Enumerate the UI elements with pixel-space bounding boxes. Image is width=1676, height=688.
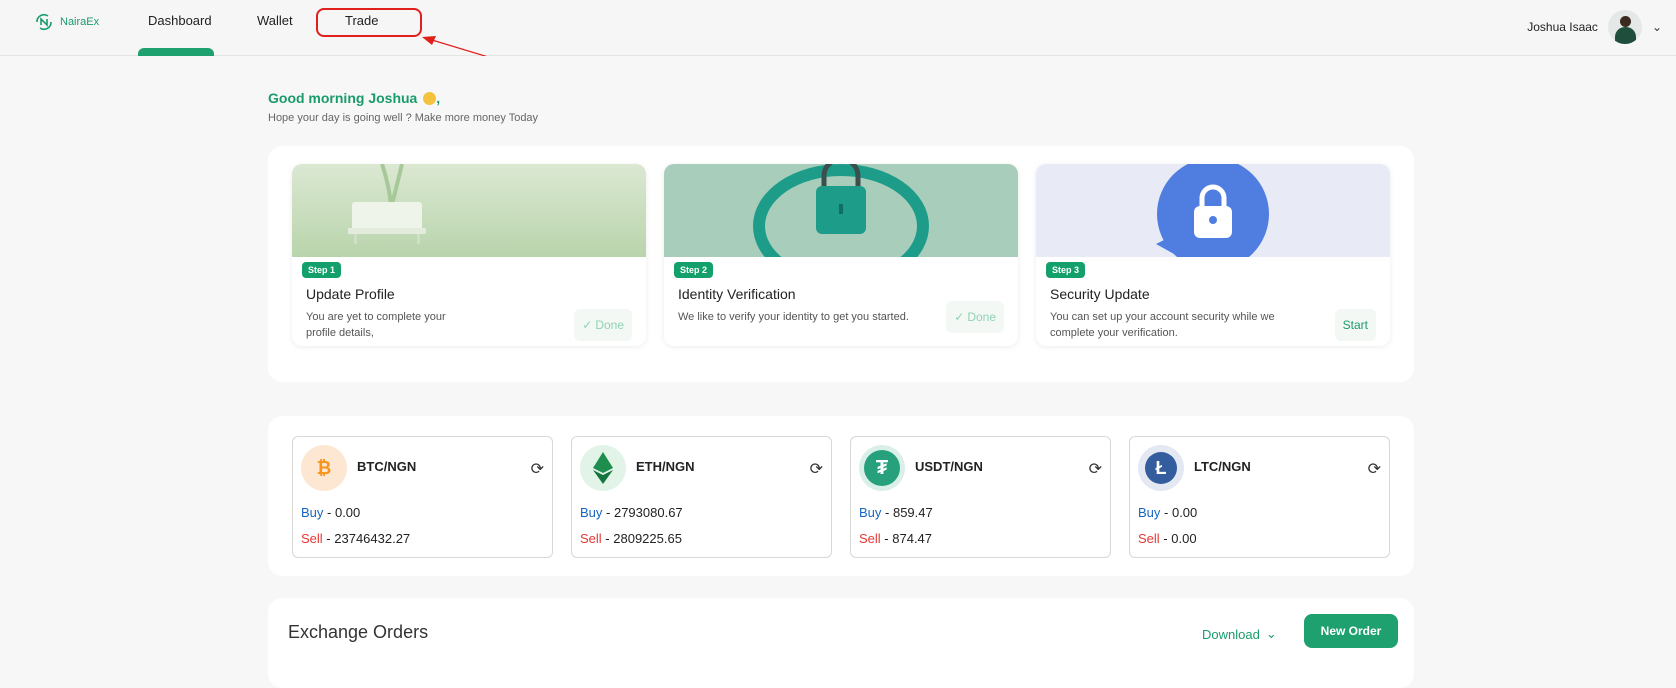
smile-emoji-icon <box>423 92 437 105</box>
check-icon: ✓ <box>582 318 593 332</box>
currency-pair: USDT/NGN <box>915 459 983 474</box>
user-name: Joshua Isaac <box>1527 20 1598 34</box>
step-title: Identity Verification <box>678 286 796 302</box>
refresh-icon[interactable]: ⟳ <box>531 459 544 479</box>
rate-card-eth: ETH/NGN ⟳ Buy - 2793080.67 Sell - 280922… <box>571 436 832 558</box>
greeting: Good morning Joshua , Hope your day is g… <box>268 90 538 124</box>
refresh-icon[interactable]: ⟳ <box>810 459 823 479</box>
currency-pair: ETH/NGN <box>636 459 695 474</box>
tether-icon: ₮ <box>859 445 905 491</box>
step-badge: Step 3 <box>1046 262 1086 278</box>
exchange-orders-panel: Exchange Orders Download ⌄ New Order <box>268 598 1414 688</box>
chevron-down-icon[interactable]: ⌄ <box>1652 20 1662 34</box>
exchange-rates-panel: ₿ BTC/NGN ⟳ Buy - 0.00 Sell - 23746432.2… <box>268 416 1414 576</box>
step-badge: Step 1 <box>302 262 342 278</box>
user-menu[interactable]: Joshua Isaac ⌄ <box>1527 10 1662 44</box>
currency-pair: LTC/NGN <box>1194 459 1251 474</box>
step-description: You can set up your account security whi… <box>1050 311 1275 339</box>
refresh-icon[interactable]: ⟳ <box>1368 459 1381 479</box>
section-title: Exchange Orders <box>288 622 429 642</box>
step-description: We like to verify your identity to get y… <box>678 311 909 323</box>
onboarding-steps-panel: Step 1 Update Profile You are yet to com… <box>268 146 1414 382</box>
step-description: You are yet to complete your profile det… <box>306 311 446 339</box>
chevron-down-icon: ⌄ <box>1265 626 1277 641</box>
sell-rate: Sell - 2809225.65 <box>580 531 682 546</box>
buy-rate: Buy - 2793080.67 <box>580 505 683 520</box>
step-title: Security Update <box>1050 286 1150 302</box>
dashboard-page: Good morning Joshua , Hope your day is g… <box>0 56 1676 688</box>
nairaex-logo-icon <box>36 13 52 31</box>
litecoin-icon: Ł <box>1138 445 1184 491</box>
step-card-update-profile: Step 1 Update Profile You are yet to com… <box>292 164 646 346</box>
check-icon: ✓ <box>954 310 965 324</box>
sell-rate: Sell - 23746432.27 <box>301 531 411 546</box>
step-done-button[interactable]: ✓ Done <box>946 301 1004 333</box>
new-order-button[interactable]: New Order <box>1304 614 1398 648</box>
step-card-identity-verification: Step 2 Identity Verification We like to … <box>664 164 1018 346</box>
buy-rate: Buy - 0.00 <box>301 505 361 520</box>
step-done-button[interactable]: ✓ Done <box>574 309 632 341</box>
brand-name: NairaEx <box>60 16 100 28</box>
avatar[interactable] <box>1607 10 1642 44</box>
padlock-ring-illustration <box>664 164 1018 257</box>
nav-wallet[interactable]: Wallet <box>251 13 299 28</box>
step-start-button[interactable]: Start <box>1334 309 1376 341</box>
rate-card-ltc: Ł LTC/NGN ⟳ Buy - 0.00 Sell - 0.00 <box>1129 436 1390 558</box>
step-badge: Step 2 <box>674 262 714 278</box>
top-navbar: NairaEx Dashboard Wallet Trade Joshua Is… <box>0 0 1676 56</box>
trade-highlight-annotation <box>316 8 422 37</box>
buy-rate: Buy - 859.47 <box>859 505 933 520</box>
ethereum-icon <box>580 445 626 491</box>
download-dropdown[interactable]: Download ⌄ <box>1202 626 1277 642</box>
bench-illustration <box>292 164 646 257</box>
rate-card-usdt: ₮ USDT/NGN ⟳ Buy - 859.47 Sell - 874.47 <box>850 436 1111 558</box>
security-lock-illustration <box>1036 164 1390 257</box>
sell-rate: Sell - 874.47 <box>859 531 933 546</box>
brand-logo[interactable]: NairaEx <box>34 12 99 32</box>
buy-rate: Buy - 0.00 <box>1138 505 1198 520</box>
active-tab-indicator <box>138 48 214 56</box>
greeting-subtitle: Hope your day is going well ? Make more … <box>268 112 539 124</box>
nav-dashboard[interactable]: Dashboard <box>142 13 218 28</box>
bitcoin-icon: ₿ <box>301 445 347 491</box>
rate-card-btc: ₿ BTC/NGN ⟳ Buy - 0.00 Sell - 23746432.2… <box>292 436 553 558</box>
step-card-security-update: Step 3 Security Update You can set up yo… <box>1036 164 1390 346</box>
currency-pair: BTC/NGN <box>357 459 417 474</box>
greeting-title: Good morning Joshua , <box>268 90 441 106</box>
sell-rate: Sell - 0.00 <box>1138 531 1197 546</box>
refresh-icon[interactable]: ⟳ <box>1089 459 1102 479</box>
step-title: Update Profile <box>306 286 395 302</box>
